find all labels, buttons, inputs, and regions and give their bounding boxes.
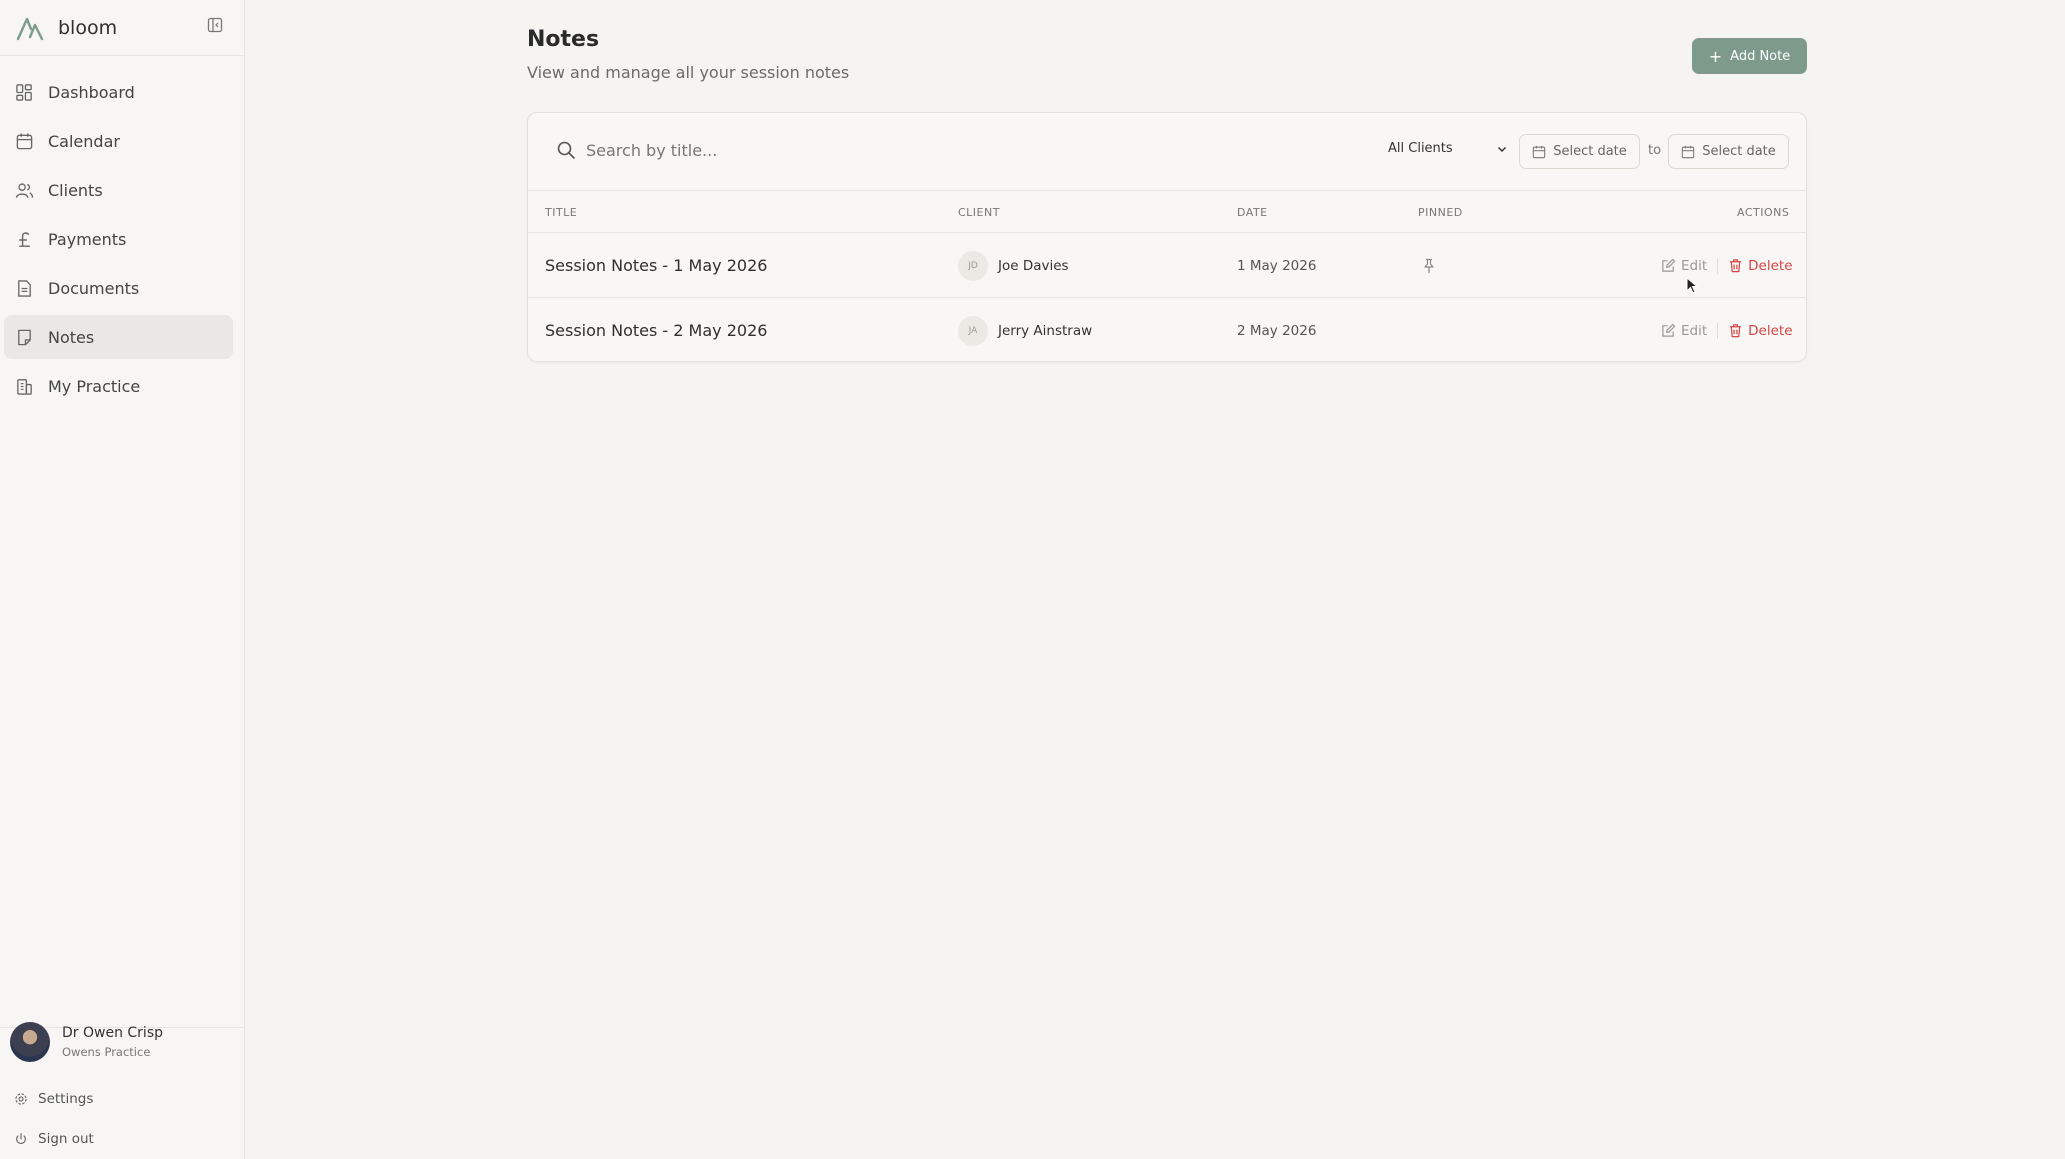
date-from-label: Select date bbox=[1553, 144, 1627, 159]
plus-icon: + bbox=[1708, 46, 1723, 66]
delete-label: Delete bbox=[1748, 322, 1793, 339]
nav-item-documents[interactable]: Documents bbox=[4, 266, 233, 310]
page-title: Notes bbox=[527, 27, 600, 52]
power-icon bbox=[16, 1133, 26, 1144]
main-nav: Dashboard Calendar Clients Payments Docu… bbox=[0, 56, 244, 408]
add-note-button[interactable]: + Add Note bbox=[1692, 38, 1807, 74]
signout-label: Sign out bbox=[38, 1131, 94, 1147]
delete-button[interactable]: Delete bbox=[1728, 257, 1793, 274]
brand: bloom bbox=[0, 0, 244, 56]
pin-icon[interactable] bbox=[1422, 258, 1436, 274]
add-note-label: Add Note bbox=[1730, 48, 1791, 64]
date-from-button[interactable]: Select date bbox=[1519, 134, 1640, 169]
nav-item-clients[interactable]: Clients bbox=[4, 168, 233, 212]
edit-label: Edit bbox=[1681, 257, 1708, 274]
edit-icon bbox=[1662, 323, 1676, 337]
trash-icon bbox=[1730, 324, 1742, 338]
date-to-button[interactable]: Select date bbox=[1668, 134, 1789, 169]
edit-button[interactable]: Edit bbox=[1661, 258, 1707, 274]
client-name: Jerry Ainstraw bbox=[998, 322, 1093, 339]
search-box bbox=[556, 140, 1086, 160]
note-title[interactable]: Session Notes - 1 May 2026 bbox=[545, 256, 767, 275]
search-icon bbox=[557, 141, 575, 159]
header-client: CLIENT bbox=[958, 206, 1000, 219]
nav-label: My Practice bbox=[48, 376, 141, 396]
note-date: 2 May 2026 bbox=[1237, 322, 1317, 339]
header-actions: ACTIONS bbox=[1737, 206, 1790, 219]
edit-label: Edit bbox=[1681, 322, 1708, 339]
nav-label: Clients bbox=[48, 180, 103, 200]
date-to-label: Select date bbox=[1702, 144, 1776, 159]
table-row[interactable]: Session Notes - 1 May 2026 JD Joe Davies… bbox=[528, 233, 1806, 298]
app-name: bloom bbox=[58, 16, 118, 39]
note-date: 1 May 2026 bbox=[1237, 257, 1317, 274]
header-pinned: PINNED bbox=[1418, 206, 1463, 219]
bloom-logo-icon bbox=[16, 17, 44, 40]
delete-button[interactable]: Delete bbox=[1728, 322, 1793, 339]
nav-item-my-practice[interactable]: My Practice bbox=[4, 364, 233, 408]
nav-item-calendar[interactable]: Calendar bbox=[4, 119, 233, 163]
action-divider bbox=[1717, 257, 1719, 274]
page-subtitle: View and manage all your session notes bbox=[527, 63, 850, 82]
header-title: TITLE bbox=[545, 206, 578, 219]
notes-card: All Clients Select date to Select date T… bbox=[527, 112, 1807, 362]
header-date: DATE bbox=[1237, 206, 1268, 219]
settings-link[interactable]: Settings bbox=[14, 1091, 93, 1107]
nav-label: Documents bbox=[48, 278, 140, 298]
avatar bbox=[10, 1022, 50, 1062]
delete-label: Delete bbox=[1748, 257, 1793, 274]
document-icon bbox=[15, 279, 34, 298]
edit-icon bbox=[1662, 258, 1676, 272]
settings-label: Settings bbox=[38, 1091, 94, 1107]
table-row[interactable]: Session Notes - 2 May 2026 JA Jerry Ains… bbox=[528, 298, 1806, 363]
sidebar-collapse-icon[interactable] bbox=[207, 17, 223, 33]
chevron-down-icon bbox=[1497, 146, 1507, 152]
building-icon bbox=[15, 377, 34, 396]
signout-link[interactable]: Sign out bbox=[14, 1131, 94, 1147]
user-practice: Owens Practice bbox=[62, 1045, 151, 1059]
note-title[interactable]: Session Notes - 2 May 2026 bbox=[545, 321, 767, 340]
nav-item-dashboard[interactable]: Dashboard bbox=[4, 70, 233, 114]
nav-label: Calendar bbox=[48, 131, 120, 151]
user-profile[interactable]: Dr Owen Crisp Owens Practice bbox=[10, 1022, 163, 1062]
nav-label: Notes bbox=[48, 327, 95, 347]
filter-toolbar: All Clients Select date to Select date bbox=[528, 113, 1806, 191]
calendar-icon bbox=[1682, 145, 1695, 158]
dashboard-icon bbox=[15, 83, 34, 102]
calendar-icon bbox=[1533, 145, 1546, 158]
nav-item-notes[interactable]: Notes bbox=[4, 315, 233, 359]
client-avatar: JD bbox=[958, 250, 988, 281]
gear-icon bbox=[15, 1093, 27, 1105]
note-icon bbox=[15, 328, 34, 347]
calendar-icon bbox=[15, 132, 34, 151]
nav-item-payments[interactable]: Payments bbox=[4, 217, 233, 261]
nav-label: Dashboard bbox=[48, 82, 135, 102]
table-header: TITLE CLIENT DATE PINNED ACTIONS bbox=[528, 191, 1806, 233]
nav-label: Payments bbox=[48, 229, 127, 249]
sidebar: bloom Dashboard Calendar Clients Payment… bbox=[0, 0, 245, 1159]
search-input[interactable] bbox=[586, 140, 1086, 160]
clients-icon bbox=[15, 181, 34, 200]
edit-button[interactable]: Edit bbox=[1661, 323, 1707, 339]
client-filter-value: All Clients bbox=[1388, 141, 1453, 156]
client-name: Joe Davies bbox=[998, 257, 1069, 274]
client-filter-select[interactable]: All Clients bbox=[1388, 141, 1508, 156]
date-range-separator: to bbox=[1648, 143, 1662, 158]
pound-icon bbox=[15, 230, 34, 249]
user-name: Dr Owen Crisp bbox=[62, 1025, 163, 1041]
action-divider bbox=[1717, 322, 1719, 339]
client-avatar: JA bbox=[958, 315, 988, 346]
trash-icon bbox=[1730, 259, 1742, 273]
mouse-cursor-icon bbox=[1686, 277, 1698, 294]
